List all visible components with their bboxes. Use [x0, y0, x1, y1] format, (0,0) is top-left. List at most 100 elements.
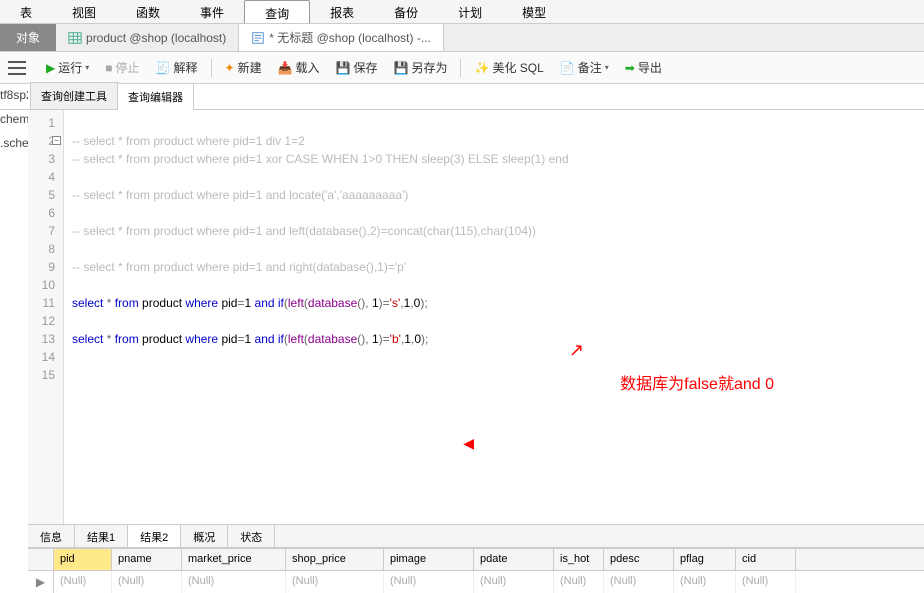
beautify-button[interactable]: ✨美化 SQL: [468, 56, 549, 79]
column-header[interactable]: shop_price: [286, 549, 384, 570]
result-tab-3[interactable]: 概况: [181, 525, 228, 547]
note-button[interactable]: 📄备注▾: [554, 56, 615, 79]
line-number: 13: [32, 330, 55, 348]
table-row[interactable]: ▶(Null)(Null)(Null)(Null)(Null)(Null)(Nu…: [28, 571, 924, 593]
code-line[interactable]: [72, 168, 569, 186]
doc-tab-product[interactable]: product @shop (localhost): [56, 24, 239, 51]
menu-item-3[interactable]: 事件: [180, 0, 244, 23]
run-button[interactable]: ▶运行▾: [40, 56, 95, 79]
cell[interactable]: (Null): [286, 571, 384, 593]
column-header[interactable]: pid: [54, 549, 112, 570]
sql-editor[interactable]: 12−3456789101112131415 -- select * from …: [28, 110, 924, 524]
sidebar-item[interactable]: chema: [0, 112, 28, 126]
menu-item-5[interactable]: 报表: [310, 0, 374, 23]
export-button[interactable]: ➡导出: [619, 56, 668, 79]
query-icon: [251, 31, 265, 45]
save-icon: 💾: [336, 61, 351, 75]
code-line[interactable]: select * from product where pid=1 and if…: [72, 294, 569, 312]
line-number: 8: [32, 240, 55, 258]
hamburger-icon[interactable]: [8, 61, 26, 75]
load-label: 载入: [296, 59, 320, 76]
menu-item-7[interactable]: 计划: [438, 0, 502, 23]
cell[interactable]: (Null): [384, 571, 474, 593]
code-line[interactable]: [72, 366, 569, 384]
note-icon: 📄: [560, 61, 575, 75]
result-tab-0[interactable]: 信息: [28, 525, 75, 547]
result-tab-2[interactable]: 结果2: [128, 525, 181, 547]
line-number: 7: [32, 222, 55, 240]
doc-tab-label: * 无标题 @shop (localhost) -...: [269, 29, 431, 46]
doc-tab-label: product @shop (localhost): [86, 31, 226, 45]
sidebar-item[interactable]: .schema: [0, 136, 28, 150]
column-header[interactable]: is_hot: [554, 549, 604, 570]
sidebar-item[interactable]: tf8sp2: [0, 88, 28, 102]
fold-icon[interactable]: −: [52, 136, 61, 145]
column-header[interactable]: pdesc: [604, 549, 674, 570]
code-line[interactable]: -- select * from product where pid=1 and…: [72, 186, 569, 204]
menu-item-2[interactable]: 函数: [116, 0, 180, 23]
separator: [211, 59, 212, 77]
cell[interactable]: (Null): [736, 571, 796, 593]
code-area[interactable]: -- select * from product where pid=1 div…: [64, 110, 577, 524]
new-icon: ✦: [225, 61, 235, 75]
explain-icon: 🧾: [156, 61, 171, 75]
cell[interactable]: (Null): [474, 571, 554, 593]
code-line[interactable]: [72, 114, 569, 132]
cell[interactable]: (Null): [54, 571, 112, 593]
column-header[interactable]: pflag: [674, 549, 736, 570]
menu-item-4[interactable]: 查询: [244, 0, 310, 23]
line-number: 1: [32, 114, 55, 132]
menu-item-1[interactable]: 视图: [52, 0, 116, 23]
column-header[interactable]: pname: [112, 549, 182, 570]
doc-tab-untitled[interactable]: * 无标题 @shop (localhost) -...: [239, 24, 444, 51]
column-header[interactable]: pdate: [474, 549, 554, 570]
new-label: 新建: [238, 59, 262, 76]
result-grid: pidpnamemarket_priceshop_pricepimagepdat…: [28, 548, 924, 593]
code-line[interactable]: [72, 312, 569, 330]
sub-tab-0[interactable]: 查询创建工具: [30, 82, 118, 109]
code-line[interactable]: [72, 276, 569, 294]
menu-item-8[interactable]: 模型: [502, 0, 566, 23]
sub-tab-1[interactable]: 查询编辑器: [117, 83, 194, 110]
left-sidebar: tf8sp2 chema .schema: [0, 78, 28, 160]
object-tab[interactable]: 对象: [0, 24, 56, 51]
stop-button[interactable]: ■ 停止: [99, 56, 145, 79]
toolbar: ▶运行▾ ■ 停止 🧾解释 ✦新建 📥载入 💾保存 💾另存为 ✨美化 SQL 📄备…: [0, 52, 924, 84]
code-line[interactable]: -- select * from product where pid=1 div…: [72, 132, 569, 150]
load-button[interactable]: 📥载入: [272, 56, 326, 79]
line-number: 4: [32, 168, 55, 186]
save-button[interactable]: 💾保存: [330, 56, 384, 79]
code-line[interactable]: [72, 240, 569, 258]
code-line[interactable]: [72, 204, 569, 222]
line-number: 3: [32, 150, 55, 168]
code-line[interactable]: select * from product where pid=1 and if…: [72, 330, 569, 348]
new-button[interactable]: ✦新建: [219, 56, 268, 79]
cell[interactable]: (Null): [554, 571, 604, 593]
line-number: 15: [32, 366, 55, 384]
line-number: 12: [32, 312, 55, 330]
column-header[interactable]: market_price: [182, 549, 286, 570]
save-label: 保存: [354, 59, 378, 76]
saveas-button[interactable]: 💾另存为: [388, 56, 454, 79]
stop-icon: ■: [105, 61, 112, 75]
stop-label: 停止: [116, 59, 140, 76]
cell[interactable]: (Null): [604, 571, 674, 593]
document-tabs: 对象 product @shop (localhost) * 无标题 @shop…: [0, 24, 924, 52]
result-tab-1[interactable]: 结果1: [75, 525, 128, 547]
code-line[interactable]: -- select * from product where pid=1 and…: [72, 258, 569, 276]
column-header[interactable]: pimage: [384, 549, 474, 570]
menu-item-0[interactable]: 表: [0, 0, 52, 23]
cell[interactable]: (Null): [674, 571, 736, 593]
column-header[interactable]: cid: [736, 549, 796, 570]
code-line[interactable]: -- select * from product where pid=1 and…: [72, 222, 569, 240]
run-label: 运行: [58, 59, 82, 76]
explain-button[interactable]: 🧾解释: [150, 56, 204, 79]
code-line[interactable]: [72, 348, 569, 366]
cell[interactable]: (Null): [182, 571, 286, 593]
row-marker[interactable]: ▶: [28, 571, 54, 593]
menu-item-6[interactable]: 备份: [374, 0, 438, 23]
annotation-text: 数据库为false就and 0: [620, 370, 774, 394]
code-line[interactable]: -- select * from product where pid=1 xor…: [72, 150, 569, 168]
result-tab-4[interactable]: 状态: [228, 525, 275, 547]
cell[interactable]: (Null): [112, 571, 182, 593]
